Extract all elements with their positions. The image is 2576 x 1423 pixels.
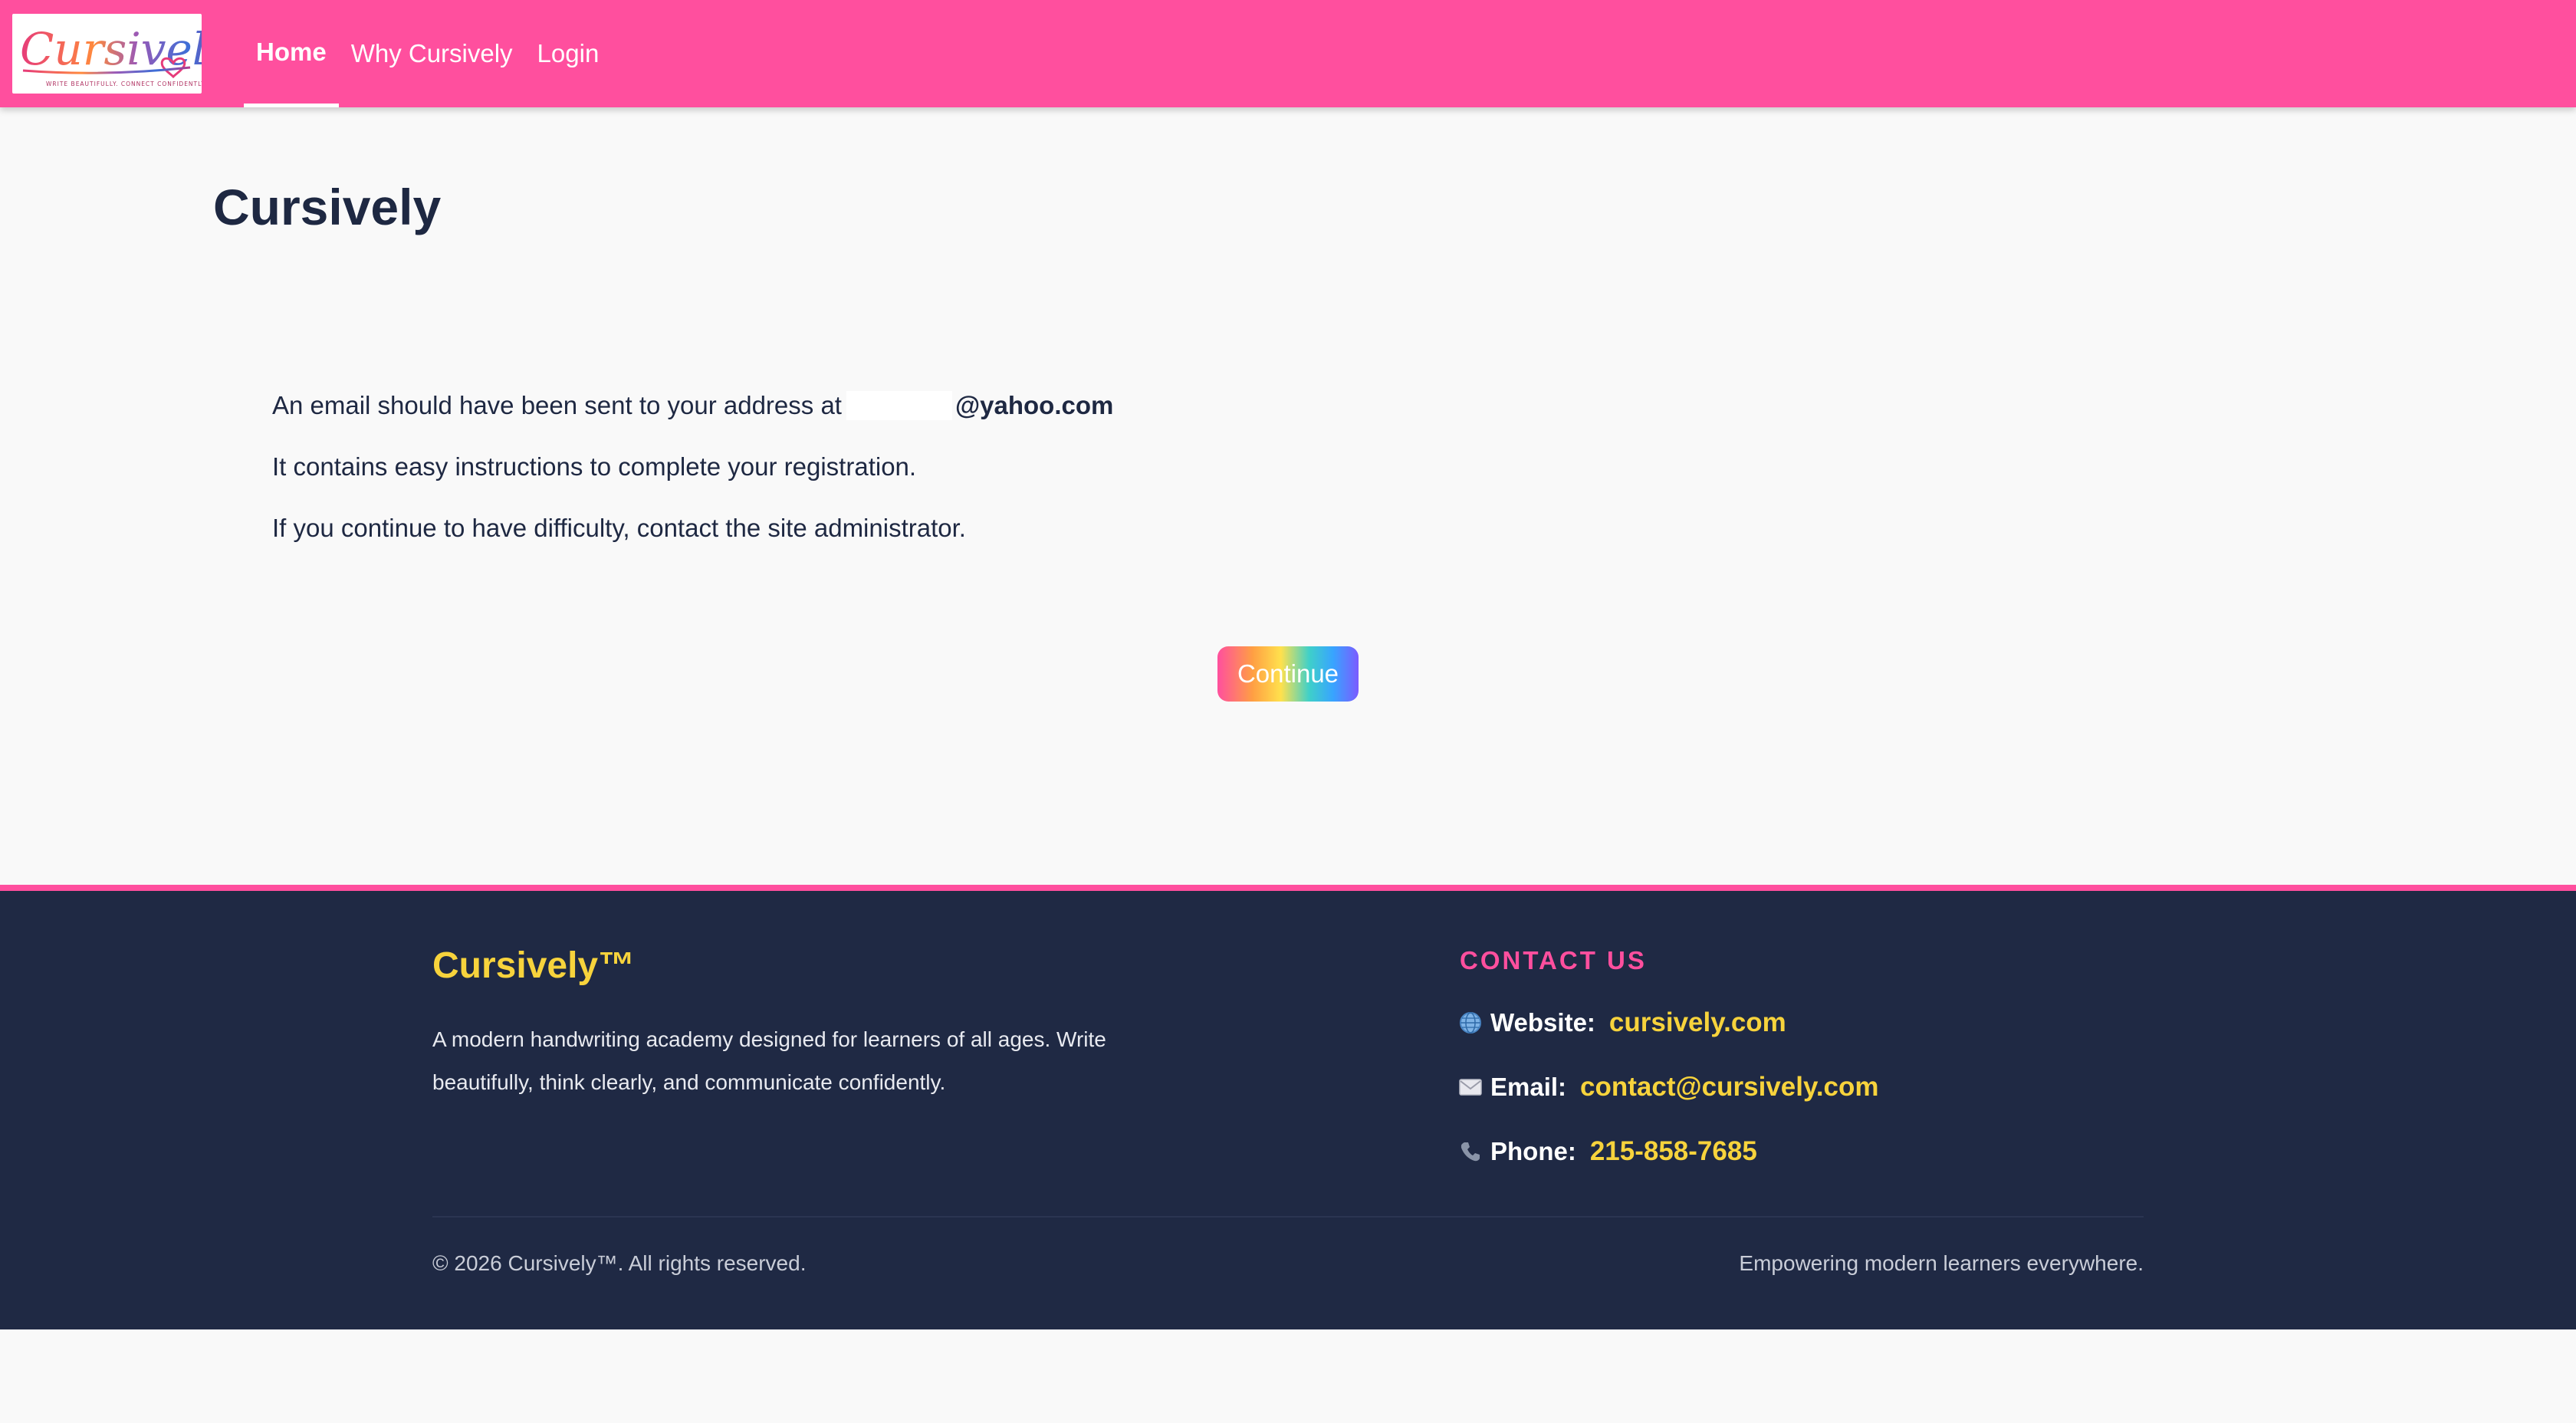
svg-text:Cursively: Cursively	[20, 23, 202, 75]
main-nav: Home Why Cursively Login	[244, 0, 611, 107]
nav-why-cursively-label: Why Cursively	[350, 39, 513, 67]
logo-image: Cursively WRITE BEAUTIFULLY. CONNECT CON…	[20, 23, 202, 87]
continue-button[interactable]: Continue	[1217, 646, 1359, 702]
email-sent-text: An email should have been sent to your a…	[272, 391, 842, 419]
nav-home-label: Home	[256, 38, 327, 66]
instructions-message: It contains easy instructions to complet…	[272, 452, 917, 481]
contact-website-row: Website: cursively.com	[1458, 1007, 1786, 1038]
footer-divider	[432, 1216, 2144, 1218]
email-domain: @yahoo.com	[955, 391, 1114, 419]
contact-us-heading: CONTACT US	[1460, 946, 1647, 974]
phone-label: Phone:	[1490, 1137, 1576, 1165]
website-label: Website:	[1490, 1008, 1595, 1037]
nav-login-label: Login	[537, 39, 600, 67]
email-sent-message: An email should have been sent to your a…	[272, 391, 1113, 422]
contact-email-row: Email: contact@cursively.com	[1458, 1072, 1879, 1103]
nav-home[interactable]: Home	[244, 0, 339, 107]
redacted-email-user	[846, 391, 952, 421]
email-link[interactable]: contact@cursively.com	[1580, 1072, 1878, 1103]
copyright-text: © 2026 Cursively™. All rights reserved.	[432, 1251, 807, 1275]
cursively-logo[interactable]: Cursively WRITE BEAUTIFULLY. CONNECT CON…	[12, 14, 202, 94]
contact-phone-row: Phone: 215-858-7685	[1458, 1136, 1757, 1167]
nav-login[interactable]: Login	[525, 0, 612, 107]
globe-icon	[1458, 1011, 1483, 1035]
site-footer: Cursively™ A modern handwriting academy …	[0, 885, 2576, 1329]
footer-tagline: Empowering modern learners everywhere.	[1739, 1251, 2144, 1275]
website-link[interactable]: cursively.com	[1609, 1007, 1786, 1038]
email-label: Email:	[1490, 1073, 1567, 1101]
top-navbar: Cursively WRITE BEAUTIFULLY. CONNECT CON…	[0, 0, 2576, 107]
svg-text:WRITE BEAUTIFULLY. CONNECT CON: WRITE BEAUTIFULLY. CONNECT CONFIDENTLY.	[46, 81, 202, 87]
nav-why-cursively[interactable]: Why Cursively	[339, 0, 525, 107]
difficulty-message: If you continue to have difficulty, cont…	[272, 514, 966, 542]
envelope-icon	[1458, 1075, 1483, 1099]
footer-brand: Cursively™	[432, 945, 636, 986]
footer-description: A modern handwriting academy designed fo…	[432, 1027, 1106, 1094]
phone-link[interactable]: 215-858-7685	[1590, 1136, 1757, 1167]
phone-icon	[1458, 1139, 1483, 1164]
page-title: Cursively	[213, 179, 442, 235]
